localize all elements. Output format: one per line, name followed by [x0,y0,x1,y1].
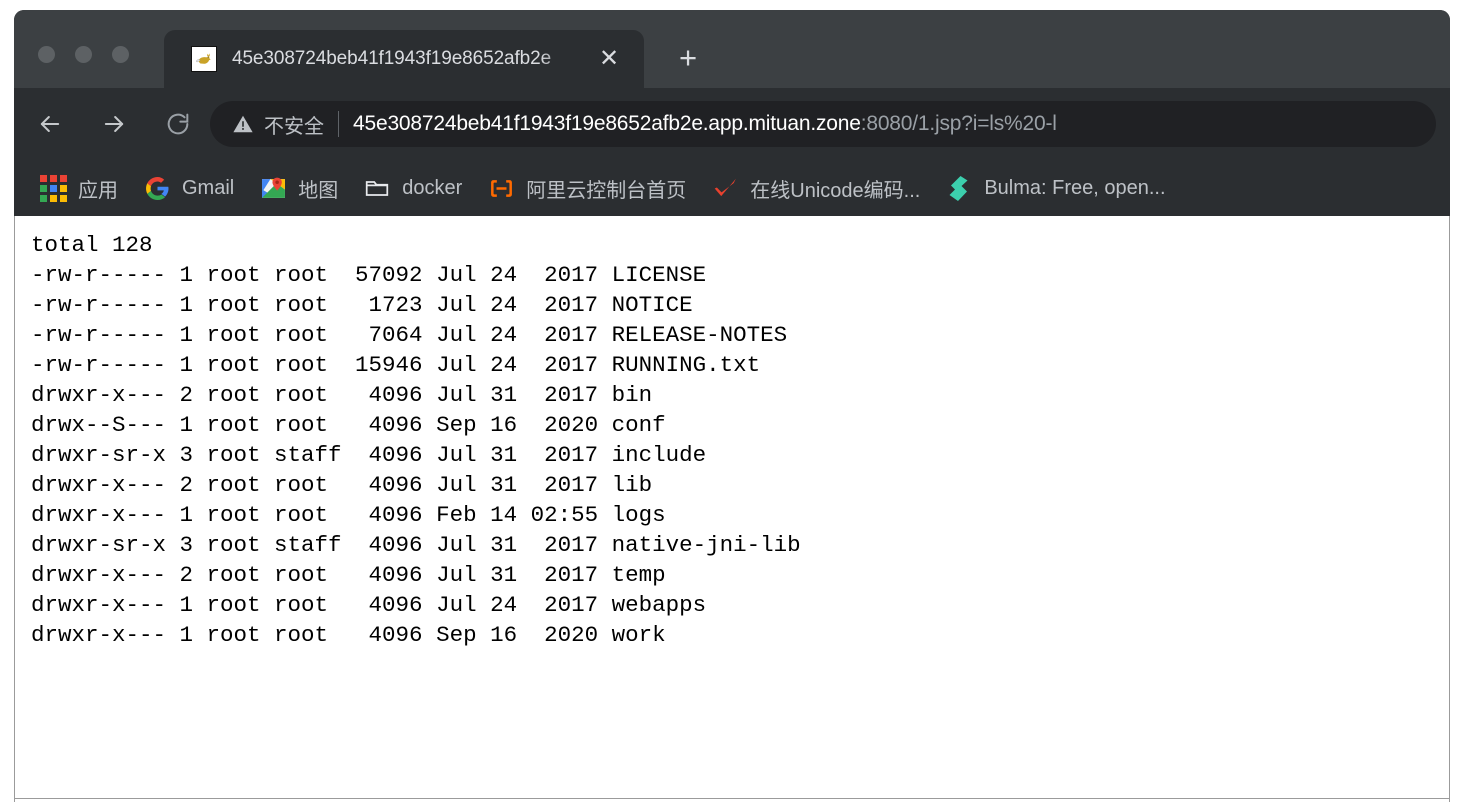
window-maximize-button[interactable] [112,46,129,63]
bookmark-aliyun[interactable]: 阿里云控制台首页 [478,168,696,208]
bookmark-label: docker [402,177,462,200]
tab-title: 45e308724beb41f1943f19e8652afb2e [232,46,582,72]
bookmark-docker[interactable]: docker [354,168,472,208]
url-path: :8080/1.jsp?i=ls%20-l [861,112,1057,135]
tomcat-favicon [191,46,217,72]
folder-icon [364,175,390,201]
bookmark-apps[interactable]: 应用 [30,168,128,208]
red-check-icon [712,175,738,201]
window-minimize-button[interactable] [75,46,92,63]
bookmark-label: 地图 [298,174,338,203]
bulma-icon [946,175,972,201]
security-status-label: 不安全 [264,110,324,139]
page-content-area: total 128 -rw-r----- 1 root root 57092 J… [15,216,1449,799]
apps-grid-icon [40,175,66,201]
url-host: 45e308724beb41f1943f19e8652afb2e.app.mit… [353,112,861,135]
close-icon[interactable]: ✕ [596,46,622,72]
tab-strip: 45e308724beb41f1943f19e8652afb2e ✕ + [14,10,1450,88]
google-g-icon [144,175,170,201]
bookmark-maps[interactable]: 地图 [250,168,348,208]
bookmark-label: 应用 [78,174,118,203]
bookmark-unicode[interactable]: 在线Unicode编码... [702,168,930,208]
warning-triangle-icon[interactable] [232,113,254,135]
forward-arrow-icon[interactable] [92,102,136,146]
reload-icon[interactable] [156,102,200,146]
back-arrow-icon[interactable] [28,102,72,146]
bookmark-bulma[interactable]: Bulma: Free, open... [936,168,1175,208]
google-maps-icon [260,175,286,201]
bookmark-label: 在线Unicode编码... [750,174,920,203]
browser-toolbar: 不安全 45e308724beb41f1943f19e8652afb2e.app… [14,88,1450,160]
tab-active[interactable]: 45e308724beb41f1943f19e8652afb2e ✕ [164,30,644,88]
window-close-button[interactable] [38,46,55,63]
bookmark-label: Bulma: Free, open... [984,177,1165,200]
window-traffic-lights [38,46,129,63]
bookmark-label: Gmail [182,177,234,200]
bookmark-label: 阿里云控制台首页 [526,174,686,203]
omnibox-divider [338,111,339,137]
bookmark-gmail[interactable]: Gmail [134,168,244,208]
aliyun-icon [488,175,514,201]
new-tab-button[interactable]: + [669,40,707,78]
url-text: 45e308724beb41f1943f19e8652afb2e.app.mit… [353,112,1057,136]
page-viewport: total 128 -rw-r----- 1 root root 57092 J… [14,216,1450,802]
address-bar[interactable]: 不安全 45e308724beb41f1943f19e8652afb2e.app… [210,101,1436,147]
directory-listing-output: total 128 -rw-r----- 1 root root 57092 J… [15,216,1449,650]
browser-window: 45e308724beb41f1943f19e8652afb2e ✕ + [14,10,1450,802]
bookmarks-bar: 应用 Gmail [14,160,1450,216]
